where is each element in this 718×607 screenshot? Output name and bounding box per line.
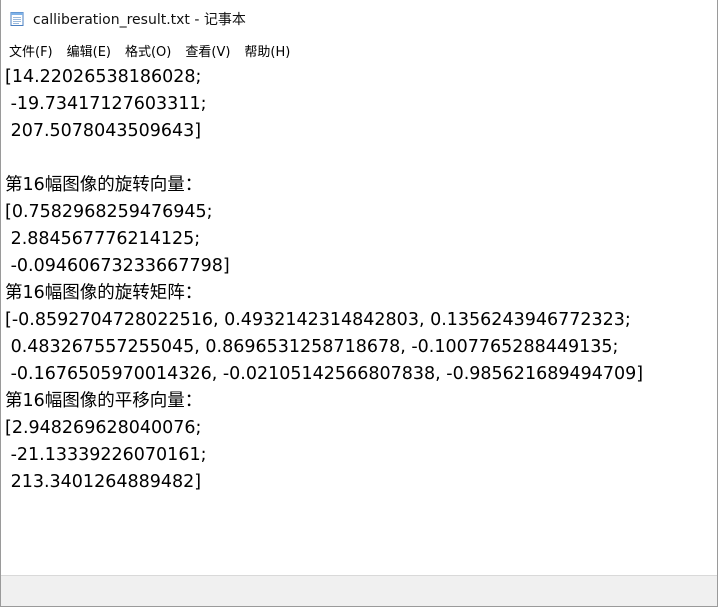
menu-view[interactable]: 查看(V) [179, 39, 236, 62]
menu-file[interactable]: 文件(F) [3, 39, 59, 62]
menu-edit[interactable]: 编辑(E) [61, 39, 117, 62]
notepad-icon [9, 11, 25, 27]
window-title: calliberation_result.txt - 记事本 [33, 12, 246, 28]
status-bar [1, 575, 717, 606]
text-editor-area[interactable]: [14.22026538186028; -19.73417127603311; … [1, 62, 717, 576]
menu-format[interactable]: 格式(O) [119, 39, 177, 62]
title-bar[interactable]: calliberation_result.txt - 记事本 [1, 0, 717, 38]
editor-content[interactable]: [14.22026538186028; -19.73417127603311; … [1, 62, 717, 496]
menu-bar: 文件(F) 编辑(E) 格式(O) 查看(V) 帮助(H) [1, 38, 717, 62]
menu-help[interactable]: 帮助(H) [238, 39, 296, 62]
notepad-window: calliberation_result.txt - 记事本 文件(F) 编辑(… [0, 0, 718, 607]
